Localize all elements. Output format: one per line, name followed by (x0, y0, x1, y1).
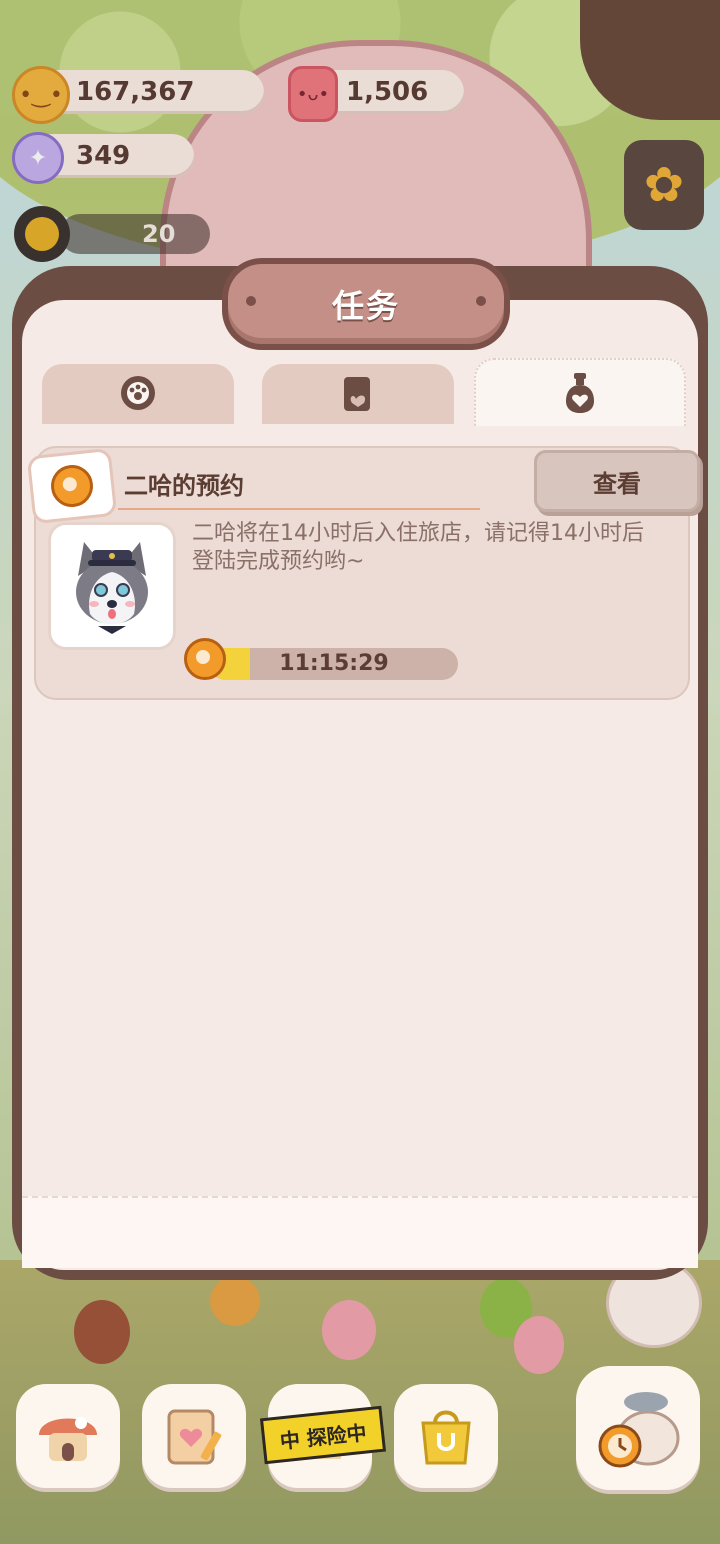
diary-button[interactable] (142, 1384, 246, 1488)
scroll-note-icon (336, 372, 380, 416)
task-title: 二哈的预约 (124, 472, 244, 500)
modal-title-plate: 任务 (222, 258, 510, 350)
paw-badge-icon (116, 372, 160, 416)
husky-avatar[interactable] (48, 522, 176, 650)
tab-quests[interactable] (262, 364, 454, 424)
appointment-button[interactable] (576, 1366, 700, 1490)
panel-footer-strip (22, 1196, 698, 1268)
timer-countdown: 11:15:29 (279, 651, 389, 676)
alarm-clock-icon-small (184, 638, 226, 680)
task-description: 二哈将在14小时后入住旅店，请记得14小时后登陆完成预约哟~ (192, 521, 644, 574)
home-button[interactable] (16, 1384, 120, 1488)
bell-heart-icon (558, 371, 602, 415)
alarm-cat-icon (598, 1392, 680, 1468)
view-button[interactable]: 查看 (534, 450, 700, 512)
modal-title: 任务 (331, 287, 400, 325)
alarm-clock-icon (48, 462, 96, 510)
task-title-divider (118, 508, 480, 510)
mushroom-house-icon (39, 1417, 97, 1461)
timer-clock-icon (184, 638, 226, 682)
tab-achievements[interactable] (42, 364, 234, 424)
task-badge (26, 447, 118, 525)
notebook-heart-icon (167, 1409, 222, 1465)
shop-button[interactable] (394, 1384, 498, 1488)
shop-bag-icon (421, 1410, 471, 1465)
husky-face-icon (76, 542, 148, 634)
tab-appointments[interactable] (474, 358, 686, 426)
